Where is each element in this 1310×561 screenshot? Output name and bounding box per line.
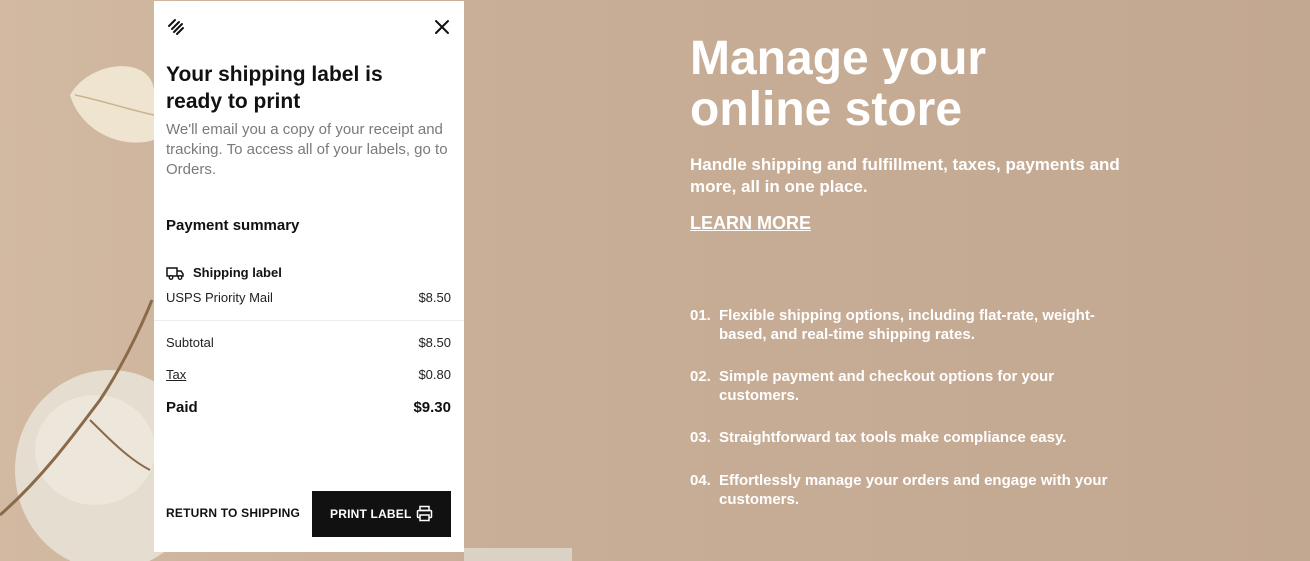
shipping-label-panel: Your shipping label is ready to print We… <box>154 1 464 552</box>
feature-text: Straightforward tax tools make complianc… <box>719 429 1067 446</box>
feature-number: 01. <box>690 307 711 324</box>
hero-headline: Manage your online store <box>690 32 987 136</box>
feature-text: Flexible shipping options, including fla… <box>719 307 1095 343</box>
subtotal-value: $8.50 <box>418 335 451 350</box>
item-title: Shipping label <box>193 265 282 280</box>
payment-summary-title: Payment summary <box>166 217 300 234</box>
item-service: USPS Priority Mail <box>166 290 273 305</box>
feature-number: 03. <box>690 429 711 446</box>
subtotal-label: Subtotal <box>166 335 214 350</box>
print-label-button[interactable]: PRINT LABEL <box>312 491 451 537</box>
item-price: $8.50 <box>418 290 451 305</box>
feature-text: Simple payment and checkout options for … <box>719 368 1055 404</box>
paid-label: Paid <box>166 399 198 416</box>
divider <box>154 320 464 321</box>
printer-icon <box>416 505 433 522</box>
panel-description: We'll email you a copy of your receipt a… <box>166 121 448 178</box>
feature-number: 04. <box>690 472 711 489</box>
return-to-shipping-button[interactable]: RETURN TO SHIPPING <box>166 506 300 520</box>
feature-text: Effortlessly manage your orders and enga… <box>719 472 1108 508</box>
squarespace-logo-icon <box>168 19 184 35</box>
close-icon[interactable] <box>433 18 451 36</box>
tax-label[interactable]: Tax <box>166 367 186 382</box>
hero-subhead: Handle shipping and fulfillment, taxes, … <box>690 155 1120 196</box>
learn-more-link[interactable]: LEARN MORE <box>690 213 811 234</box>
paid-value: $9.30 <box>413 399 451 416</box>
print-label-text: PRINT LABEL <box>330 507 412 521</box>
panel-title: Your shipping label is ready to print <box>166 63 383 113</box>
feature-number: 02. <box>690 368 711 385</box>
truck-icon <box>166 267 184 280</box>
tax-value: $0.80 <box>418 367 451 382</box>
